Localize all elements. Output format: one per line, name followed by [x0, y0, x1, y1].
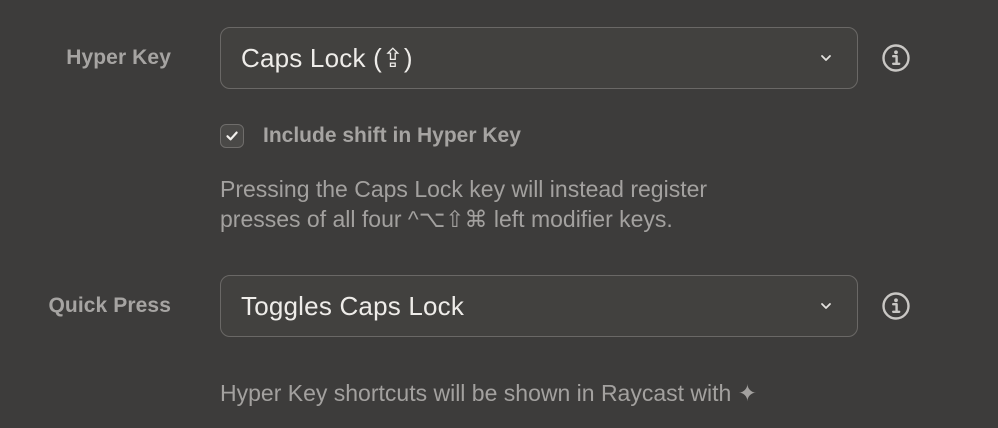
quick-press-footnote: Hyper Key shortcuts will be shown in Ray…	[220, 380, 757, 406]
quick-press-label: Quick Press	[48, 294, 171, 317]
checkmark-icon	[226, 131, 238, 141]
quick-press-select[interactable]: Toggles Caps Lock	[220, 275, 858, 337]
chevron-down-icon	[819, 299, 833, 313]
hyper-key-select[interactable]: Caps Lock (⇪)	[220, 27, 858, 89]
hyper-key-description-line1: Pressing the Caps Lock key will instead …	[220, 176, 708, 202]
include-shift-checkbox[interactable]	[220, 124, 244, 148]
quick-press-info-icon[interactable]	[881, 291, 911, 321]
chevron-down-icon	[819, 51, 833, 65]
include-shift-row: Include shift in Hyper Key	[220, 121, 521, 151]
hyper-key-label: Hyper Key	[66, 46, 171, 69]
include-shift-label: Include shift in Hyper Key	[263, 124, 521, 147]
hyper-key-info-icon[interactable]	[881, 43, 911, 73]
hyper-key-selected-value: Caps Lock (⇪)	[241, 42, 413, 73]
quick-press-selected-value: Toggles Caps Lock	[241, 290, 465, 321]
hyper-key-description-line2: presses of all four ^⌥⇧⌘ left modifier k…	[220, 206, 673, 232]
